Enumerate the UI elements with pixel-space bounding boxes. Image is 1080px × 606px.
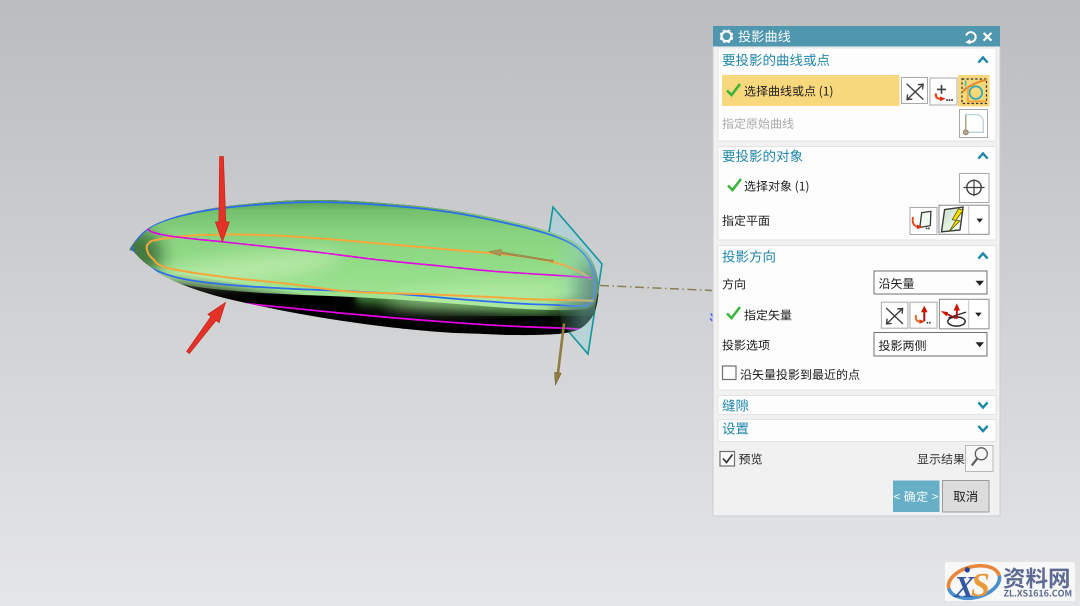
svg-text:S: S	[971, 567, 990, 604]
